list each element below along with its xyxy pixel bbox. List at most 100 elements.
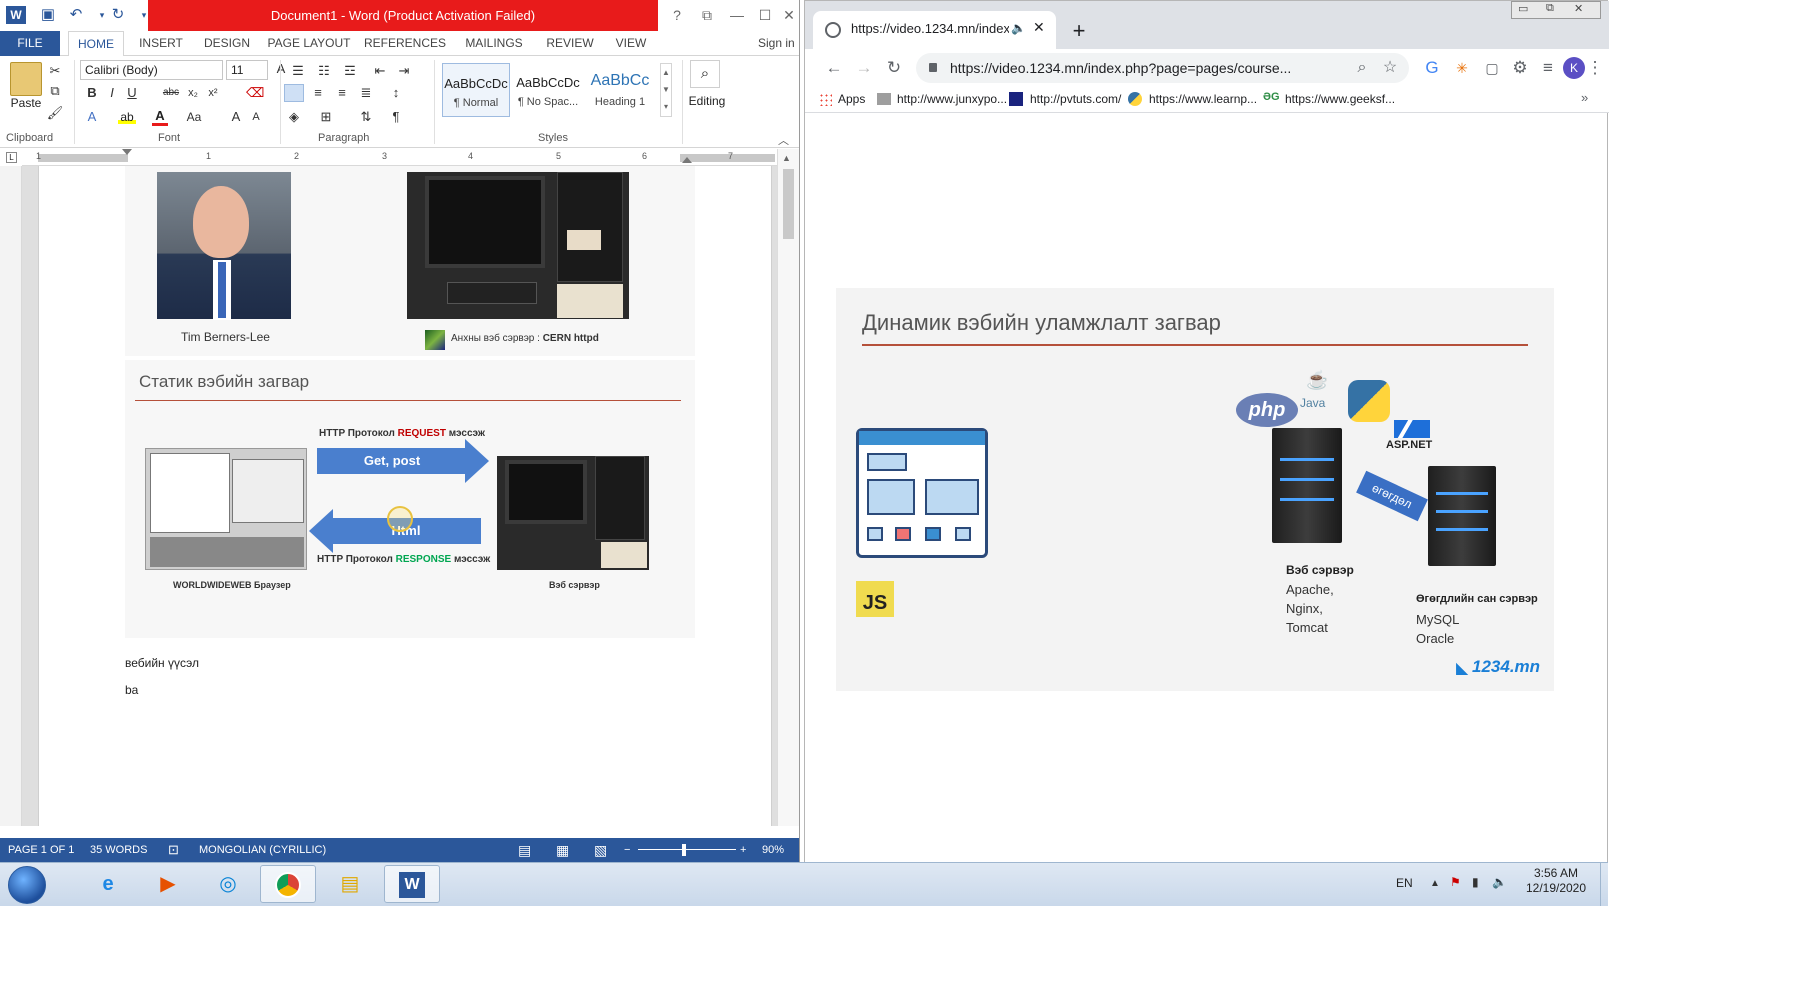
- styles-scroll[interactable]: ▲ ▼ ▾: [660, 63, 672, 117]
- extensions-puzzle-icon[interactable]: ⚙: [1507, 55, 1533, 81]
- bookmark-apps[interactable]: Apps: [838, 89, 865, 109]
- clear-formatting-icon[interactable]: ⌫: [246, 84, 264, 102]
- right-indent-marker[interactable]: [682, 157, 692, 163]
- tab-home[interactable]: HOME: [68, 31, 124, 57]
- underline-icon[interactable]: U: [124, 84, 140, 102]
- tab-references[interactable]: REFERENCES: [360, 31, 450, 56]
- grow-font-size-icon[interactable]: A: [228, 108, 244, 126]
- collapse-ribbon-icon[interactable]: ︿: [778, 132, 789, 148]
- ribbon-display-button[interactable]: ⧉: [694, 4, 720, 26]
- file-explorer-icon[interactable]: ▤: [322, 865, 378, 903]
- page-count[interactable]: PAGE 1 OF 1: [8, 838, 74, 862]
- translate-extension-icon[interactable]: G: [1419, 55, 1445, 81]
- paste-button[interactable]: Paste: [8, 96, 44, 110]
- paragraph-2[interactable]: ba: [125, 683, 138, 697]
- minimize-button[interactable]: —: [724, 4, 750, 26]
- font-color-icon[interactable]: A: [152, 108, 168, 126]
- chrome-menu-icon[interactable]: ⋮: [1585, 55, 1605, 81]
- media-control-icon[interactable]: ≡: [1535, 55, 1561, 81]
- language-indicator[interactable]: EN: [1396, 876, 1413, 890]
- zoom-level[interactable]: 90%: [762, 838, 784, 862]
- show-hidden-icons-icon[interactable]: ▲: [1430, 878, 1440, 889]
- forward-icon[interactable]: →: [851, 55, 877, 81]
- sort-icon[interactable]: ⇅: [356, 108, 376, 126]
- save-icon[interactable]: ▣: [38, 6, 58, 24]
- bullets-icon[interactable]: ☰: [288, 62, 308, 80]
- style-normal[interactable]: AaBbCcDc ¶ Normal: [442, 63, 510, 117]
- paste-icon[interactable]: [10, 62, 42, 96]
- tab-view[interactable]: VIEW: [606, 31, 656, 56]
- align-left-icon[interactable]: [284, 84, 304, 102]
- word-app-icon[interactable]: W: [6, 6, 26, 24]
- subscript-icon[interactable]: x₂: [184, 84, 202, 102]
- find-binoculars-icon[interactable]: ⌕: [690, 60, 720, 88]
- scroll-up-icon[interactable]: ▲: [782, 153, 791, 163]
- bookmark-learnpython[interactable]: https://www.learnp...: [1149, 89, 1257, 109]
- zoom-icon[interactable]: ⌕: [1349, 55, 1375, 81]
- sign-in-link[interactable]: Sign in: [758, 31, 799, 56]
- format-painter-icon[interactable]: 🖌: [46, 104, 64, 122]
- shrink-font-size-icon[interactable]: A: [248, 108, 264, 126]
- proofing-icon[interactable]: ⊡: [168, 838, 179, 862]
- back-icon[interactable]: ←: [821, 55, 847, 81]
- bookmark-pvtuts[interactable]: http://pvtuts.com/: [1030, 89, 1121, 109]
- lock-icon[interactable]: [929, 63, 937, 72]
- more-bookmarks-icon[interactable]: »: [1581, 90, 1588, 105]
- read-mode-icon[interactable]: ▤: [518, 838, 531, 862]
- multilevel-list-icon[interactable]: ☲: [340, 62, 360, 80]
- font-name-combo[interactable]: Calibri (Body): [80, 60, 223, 80]
- close-icon[interactable]: ✕: [1574, 2, 1583, 15]
- close-tab-icon[interactable]: ✕: [1033, 19, 1045, 36]
- line-spacing-icon[interactable]: ↕: [386, 84, 406, 102]
- tab-selector[interactable]: L: [6, 152, 17, 163]
- address-bar[interactable]: https://video.1234.mn/index.php?page=pag…: [916, 53, 1409, 83]
- cut-icon[interactable]: ✂: [46, 62, 64, 80]
- tray-clock[interactable]: 3:56 AM 12/19/2020: [1516, 866, 1596, 896]
- maximize-button[interactable]: ☐: [752, 4, 778, 26]
- media-player-icon[interactable]: ▶: [140, 865, 196, 903]
- strikethrough-icon[interactable]: abc: [160, 84, 182, 102]
- italic-icon[interactable]: I: [104, 84, 120, 102]
- apps-grid-icon[interactable]: [819, 93, 832, 106]
- minimize-icon[interactable]: ▭: [1518, 2, 1528, 15]
- restore-icon[interactable]: ⧉: [1546, 2, 1554, 15]
- tab-file[interactable]: FILE: [0, 31, 60, 56]
- first-line-indent-marker[interactable]: [122, 149, 132, 155]
- volume-icon[interactable]: 🔈: [1492, 875, 1507, 889]
- increase-indent-icon[interactable]: ⇥: [394, 62, 414, 80]
- bookmark-junxypo[interactable]: http://www.junxypo...: [897, 89, 1007, 109]
- reload-icon[interactable]: ↻: [881, 55, 907, 81]
- word-count[interactable]: 35 WORDS: [90, 838, 147, 862]
- text-effects-icon[interactable]: A: [84, 108, 100, 126]
- profile-avatar[interactable]: K: [1563, 57, 1585, 79]
- new-tab-button[interactable]: +: [1065, 17, 1093, 45]
- align-center-icon[interactable]: ≡: [308, 84, 328, 102]
- close-button[interactable]: ✕: [776, 4, 799, 26]
- print-layout-icon[interactable]: ▦: [556, 838, 569, 862]
- document-page[interactable]: Tim Berners-Lee Анхны вэб сэрвэр : CERN …: [38, 166, 772, 826]
- edge-icon[interactable]: ◎: [200, 865, 256, 903]
- extension-box-icon[interactable]: ▢: [1479, 55, 1505, 81]
- bookmark-geeksforgeeks[interactable]: https://www.geeksf...: [1285, 89, 1395, 109]
- scroll-thumb[interactable]: [783, 169, 794, 239]
- zoom-slider-thumb[interactable]: [682, 844, 686, 856]
- word-taskbar-button[interactable]: W: [384, 865, 440, 903]
- redo-icon[interactable]: ↻: [108, 6, 128, 24]
- style-no-spacing[interactable]: AaBbCcDc ¶ No Spac...: [514, 63, 582, 117]
- chrome-taskbar-button[interactable]: [260, 865, 316, 903]
- tab-mailings[interactable]: MAILINGS: [456, 31, 532, 56]
- numbering-icon[interactable]: ☷: [314, 62, 334, 80]
- borders-icon[interactable]: ⊞: [316, 108, 336, 126]
- bookmark-star-icon[interactable]: ☆: [1377, 55, 1403, 81]
- internet-explorer-icon[interactable]: e: [80, 865, 136, 903]
- action-center-icon[interactable]: ⚑: [1450, 875, 1461, 889]
- network-icon[interactable]: ▮: [1472, 875, 1479, 889]
- vertical-scrollbar[interactable]: ▲: [777, 149, 799, 826]
- shading-icon[interactable]: ◈: [284, 108, 304, 126]
- show-desktop-button[interactable]: [1600, 862, 1608, 906]
- tab-insert[interactable]: INSERT: [132, 31, 190, 56]
- zoom-out-icon[interactable]: −: [624, 838, 630, 862]
- justify-icon[interactable]: ≣: [356, 84, 376, 102]
- help-button[interactable]: ?: [664, 4, 690, 26]
- font-size-combo[interactable]: 11: [226, 60, 268, 80]
